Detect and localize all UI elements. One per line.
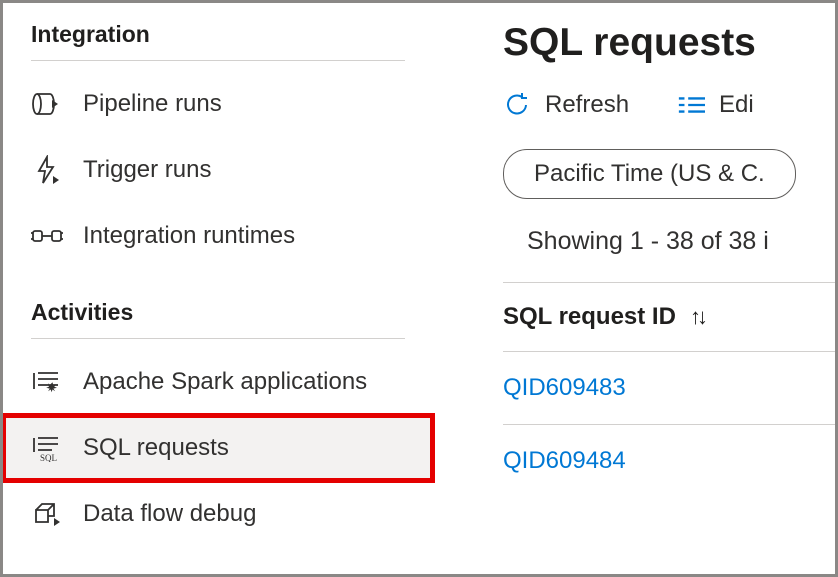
connection-icon xyxy=(31,220,63,252)
window-frame: Integration Pipeline runs Trigger runs xyxy=(0,0,838,577)
toolbar: Refresh Edi xyxy=(503,91,835,149)
column-header-label: SQL request ID xyxy=(503,303,676,331)
sidebar-item-label: SQL requests xyxy=(83,434,229,462)
table-row: QID609483 xyxy=(503,352,835,425)
edit-label: Edi xyxy=(719,91,754,119)
sidebar-item-label: Data flow debug xyxy=(83,500,256,528)
refresh-button[interactable]: Refresh xyxy=(503,91,629,119)
sidebar-item-label: Apache Spark applications xyxy=(83,368,367,396)
sidebar-section-header-activities: Activities xyxy=(3,269,433,338)
timezone-label: Pacific Time (US & C. xyxy=(534,160,765,187)
main-panel: SQL requests Refresh xyxy=(433,3,835,574)
column-header-sql-request-id[interactable]: SQL request ID ↑↓ xyxy=(503,282,835,352)
sidebar-item-sql-requests[interactable]: SQL SQL requests xyxy=(3,415,433,481)
request-id-link[interactable]: QID609483 xyxy=(503,374,626,401)
sidebar-item-apache-spark[interactable]: Apache Spark applications xyxy=(3,349,433,415)
edit-columns-icon xyxy=(677,91,705,119)
divider xyxy=(31,338,405,339)
sidebar-item-label: Pipeline runs xyxy=(83,90,222,118)
sidebar-item-label: Trigger runs xyxy=(83,156,211,184)
page-title: SQL requests xyxy=(503,21,835,91)
timezone-selector[interactable]: Pacific Time (US & C. xyxy=(503,149,796,199)
edit-columns-button[interactable]: Edi xyxy=(677,91,754,119)
sidebar-item-label: Integration runtimes xyxy=(83,222,295,250)
sort-icon: ↑↓ xyxy=(690,304,704,330)
sql-list-icon: SQL xyxy=(31,432,63,464)
svg-text:SQL: SQL xyxy=(40,453,57,462)
sidebar-item-pipeline-runs[interactable]: Pipeline runs xyxy=(3,71,433,137)
sidebar-item-data-flow-debug[interactable]: Data flow debug xyxy=(3,481,433,547)
sidebar-section-header-integration: Integration xyxy=(3,21,433,60)
sidebar-item-integration-runtimes[interactable]: Integration runtimes xyxy=(3,203,433,269)
table-row: QID609484 xyxy=(503,425,835,497)
refresh-icon xyxy=(503,91,531,119)
request-id-link[interactable]: QID609484 xyxy=(503,447,626,474)
spark-list-icon xyxy=(31,366,63,398)
lightning-icon xyxy=(31,154,63,186)
sidebar: Integration Pipeline runs Trigger runs xyxy=(3,3,433,574)
dataflow-debug-icon xyxy=(31,498,63,530)
refresh-label: Refresh xyxy=(545,91,629,119)
sidebar-item-trigger-runs[interactable]: Trigger runs xyxy=(3,137,433,203)
result-count: Showing 1 - 38 of 38 i xyxy=(503,223,835,282)
divider xyxy=(31,60,405,61)
pipeline-icon xyxy=(31,88,63,120)
